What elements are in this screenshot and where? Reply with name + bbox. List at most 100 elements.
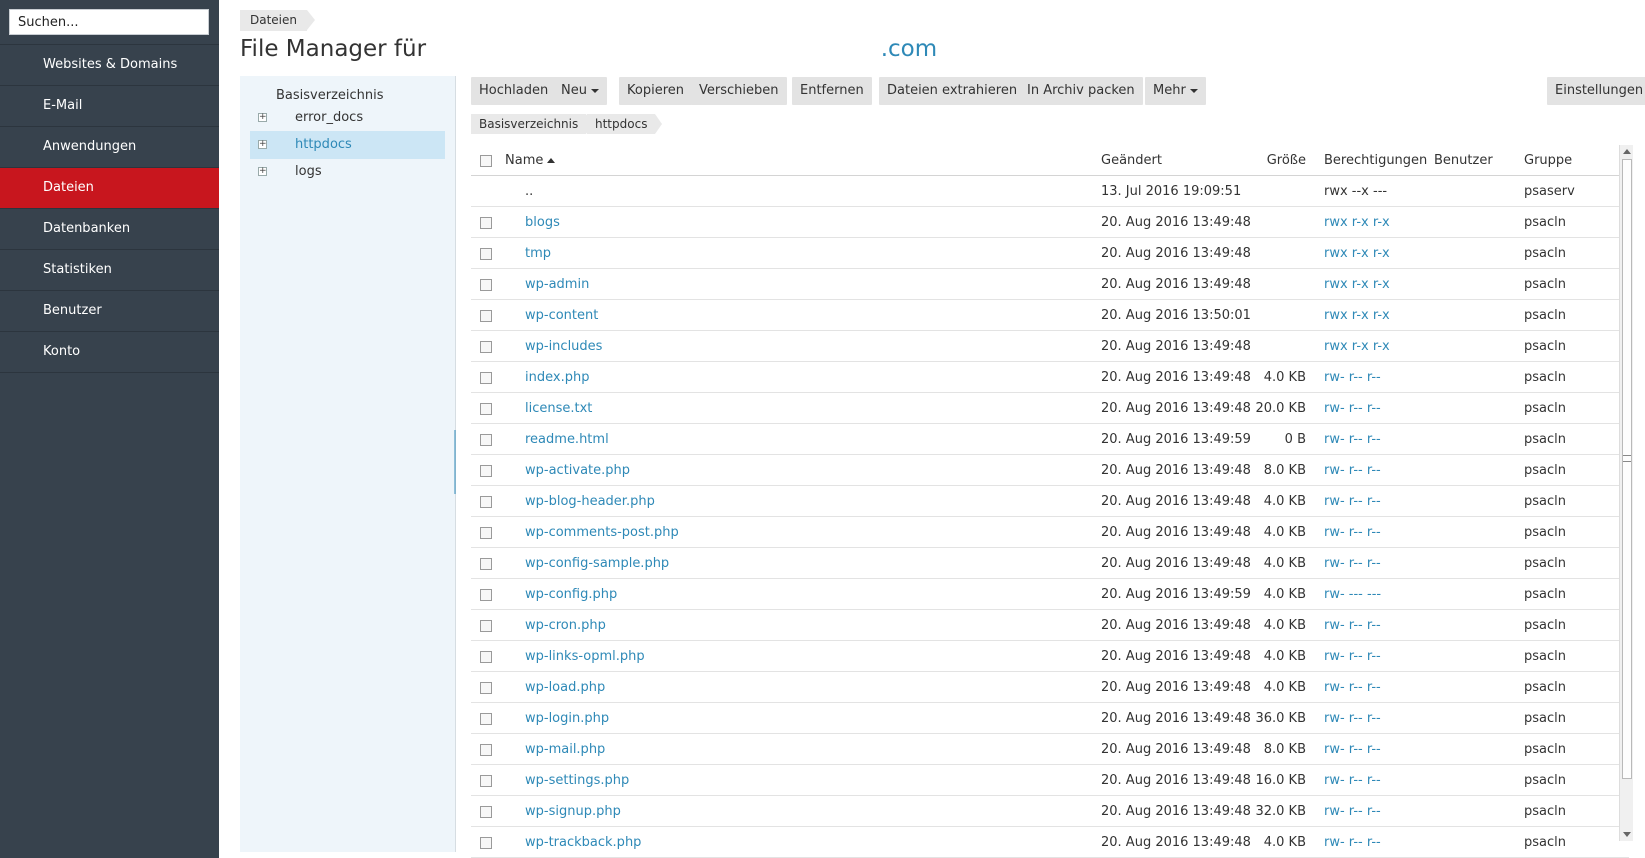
- row-checkbox[interactable]: [480, 341, 492, 353]
- upload-button[interactable]: Hochladen: [471, 77, 557, 105]
- file-permissions[interactable]: rw- r-- r--: [1324, 796, 1381, 827]
- move-button[interactable]: Verschieben: [691, 77, 787, 105]
- file-name[interactable]: wp-includes: [525, 331, 602, 362]
- file-name[interactable]: wp-signup.php: [525, 796, 621, 827]
- file-name[interactable]: wp-mail.php: [525, 734, 605, 765]
- file-name[interactable]: index.php: [525, 362, 589, 393]
- column-group[interactable]: Gruppe: [1524, 145, 1572, 176]
- file-name[interactable]: ..: [525, 176, 533, 207]
- file-name[interactable]: wp-config-sample.php: [525, 548, 669, 579]
- table-row[interactable]: wp-config.php 20. Aug 2016 13:49:59 4.0 KB…: [471, 579, 1629, 610]
- file-permissions[interactable]: rw- r-- r--: [1324, 672, 1381, 703]
- row-checkbox[interactable]: [480, 465, 492, 477]
- row-checkbox[interactable]: [480, 651, 492, 663]
- more-button[interactable]: Mehr: [1145, 77, 1206, 105]
- table-row[interactable]: wp-load.php 20. Aug 2016 13:49:48 4.0 KB rw…: [471, 672, 1629, 703]
- settings-button[interactable]: Einstellungen: [1547, 77, 1645, 105]
- row-checkbox[interactable]: [480, 589, 492, 601]
- file-permissions[interactable]: rw- r-- r--: [1324, 517, 1381, 548]
- copy-button[interactable]: Kopieren: [619, 77, 692, 105]
- nav-konto[interactable]: Konto: [0, 332, 219, 373]
- row-checkbox[interactable]: [480, 217, 492, 229]
- row-checkbox[interactable]: [480, 620, 492, 632]
- file-permissions[interactable]: rwx r-x r-x: [1324, 207, 1390, 238]
- nav-dateien[interactable]: Dateien: [0, 168, 219, 209]
- row-checkbox[interactable]: [480, 527, 492, 539]
- row-checkbox[interactable]: [480, 837, 492, 849]
- tree-node-logs[interactable]: + logs: [250, 158, 445, 186]
- remove-button[interactable]: Entfernen: [792, 77, 872, 105]
- table-row[interactable]: wp-signup.php 20. Aug 2016 13:49:48 32.0 K…: [471, 796, 1629, 827]
- row-checkbox[interactable]: [480, 248, 492, 260]
- file-name[interactable]: wp-links-opml.php: [525, 641, 645, 672]
- table-row[interactable]: wp-links-opml.php 20. Aug 2016 13:49:48 4.…: [471, 641, 1629, 672]
- file-permissions[interactable]: rwx r-x r-x: [1324, 331, 1390, 362]
- row-checkbox[interactable]: [480, 310, 492, 322]
- file-name[interactable]: wp-settings.php: [525, 765, 629, 796]
- file-name[interactable]: wp-load.php: [525, 672, 605, 703]
- file-name[interactable]: wp-login.php: [525, 703, 609, 734]
- table-row[interactable]: readme.html 20. Aug 2016 13:49:59 0 Brw- r…: [471, 424, 1629, 455]
- column-user[interactable]: Benutzer: [1434, 145, 1493, 176]
- extract-button[interactable]: Dateien extrahieren: [879, 77, 1026, 105]
- table-row[interactable]: wp-config-sample.php 20. Aug 2016 13:49:4…: [471, 548, 1629, 579]
- file-name[interactable]: wp-trackback.php: [525, 827, 641, 858]
- row-checkbox[interactable]: [480, 434, 492, 446]
- table-row[interactable]: wp-comments-post.php 20. Aug 2016 13:49:4…: [471, 517, 1629, 548]
- table-row[interactable]: wp-settings.php 20. Aug 2016 13:49:48 16.0…: [471, 765, 1629, 796]
- scroll-up-icon[interactable]: [1623, 149, 1631, 154]
- file-permissions[interactable]: rw- r-- r--: [1324, 424, 1381, 455]
- table-row[interactable]: .. 13. Jul 2016 19:09:51 rwx --x --- psaser…: [471, 176, 1629, 207]
- table-row[interactable]: license.txt 20. Aug 2016 13:49:48 20.0 KB r…: [471, 393, 1629, 424]
- table-row[interactable]: wp-content 20. Aug 2016 13:50:01 rwx r-x r…: [471, 300, 1629, 331]
- table-row[interactable]: wp-cron.php 20. Aug 2016 13:49:48 4.0 KB rw…: [471, 610, 1629, 641]
- breadcrumb[interactable]: Dateien: [240, 10, 316, 31]
- tree-root[interactable]: Basisverzeichnis: [276, 88, 384, 103]
- file-permissions[interactable]: rw- --- ---: [1324, 579, 1381, 610]
- file-permissions[interactable]: rw- r-- r--: [1324, 548, 1381, 579]
- expand-icon[interactable]: +: [258, 167, 267, 176]
- row-checkbox[interactable]: [480, 496, 492, 508]
- row-checkbox[interactable]: [480, 806, 492, 818]
- file-name[interactable]: wp-admin: [525, 269, 589, 300]
- nav-datenbanken[interactable]: Datenbanken: [0, 209, 219, 250]
- scroll-down-icon[interactable]: [1623, 832, 1631, 837]
- file-permissions[interactable]: rw- r-- r--: [1324, 703, 1381, 734]
- file-permissions[interactable]: rw- r-- r--: [1324, 486, 1381, 517]
- row-checkbox[interactable]: [480, 682, 492, 694]
- path-crumb-current[interactable]: httpdocs: [587, 114, 663, 134]
- nav-anwendungen[interactable]: Anwendungen: [0, 127, 219, 168]
- search-input[interactable]: [9, 9, 209, 35]
- file-permissions[interactable]: rw- r-- r--: [1324, 641, 1381, 672]
- row-checkbox[interactable]: [480, 713, 492, 725]
- file-name[interactable]: readme.html: [525, 424, 609, 455]
- table-row[interactable]: wp-admin 20. Aug 2016 13:49:48 rwx r-x r-x…: [471, 269, 1629, 300]
- column-size[interactable]: Größe: [1211, 145, 1306, 176]
- table-row[interactable]: wp-blog-header.php 20. Aug 2016 13:49:48 4…: [471, 486, 1629, 517]
- file-permissions[interactable]: rwx r-x r-x: [1324, 238, 1390, 269]
- file-name[interactable]: tmp: [525, 238, 551, 269]
- file-name[interactable]: wp-blog-header.php: [525, 486, 655, 517]
- row-checkbox[interactable]: [480, 744, 492, 756]
- select-all-checkbox[interactable]: [480, 155, 492, 167]
- file-name[interactable]: blogs: [525, 207, 560, 238]
- nav-benutzer[interactable]: Benutzer: [0, 291, 219, 332]
- file-permissions[interactable]: rw- r-- r--: [1324, 610, 1381, 641]
- table-row[interactable]: wp-mail.php 20. Aug 2016 13:49:48 8.0 KB rw…: [471, 734, 1629, 765]
- row-checkbox[interactable]: [480, 558, 492, 570]
- new-button[interactable]: Neu: [553, 77, 607, 105]
- file-permissions[interactable]: rw- r-- r--: [1324, 734, 1381, 765]
- file-permissions[interactable]: rw- r-- r--: [1324, 765, 1381, 796]
- file-name[interactable]: wp-comments-post.php: [525, 517, 679, 548]
- file-name[interactable]: wp-activate.php: [525, 455, 630, 486]
- file-name[interactable]: wp-config.php: [525, 579, 617, 610]
- file-name[interactable]: wp-cron.php: [525, 610, 606, 641]
- table-row[interactable]: wp-activate.php 20. Aug 2016 13:49:48 8.0 …: [471, 455, 1629, 486]
- nav-statistiken[interactable]: Statistiken: [0, 250, 219, 291]
- table-row[interactable]: wp-login.php 20. Aug 2016 13:49:48 36.0 KB…: [471, 703, 1629, 734]
- file-permissions[interactable]: rw- r-- r--: [1324, 827, 1381, 858]
- row-checkbox[interactable]: [480, 279, 492, 291]
- column-modified[interactable]: Geändert: [1101, 145, 1162, 176]
- file-name[interactable]: wp-content: [525, 300, 598, 331]
- file-permissions[interactable]: rwx r-x r-x: [1324, 269, 1390, 300]
